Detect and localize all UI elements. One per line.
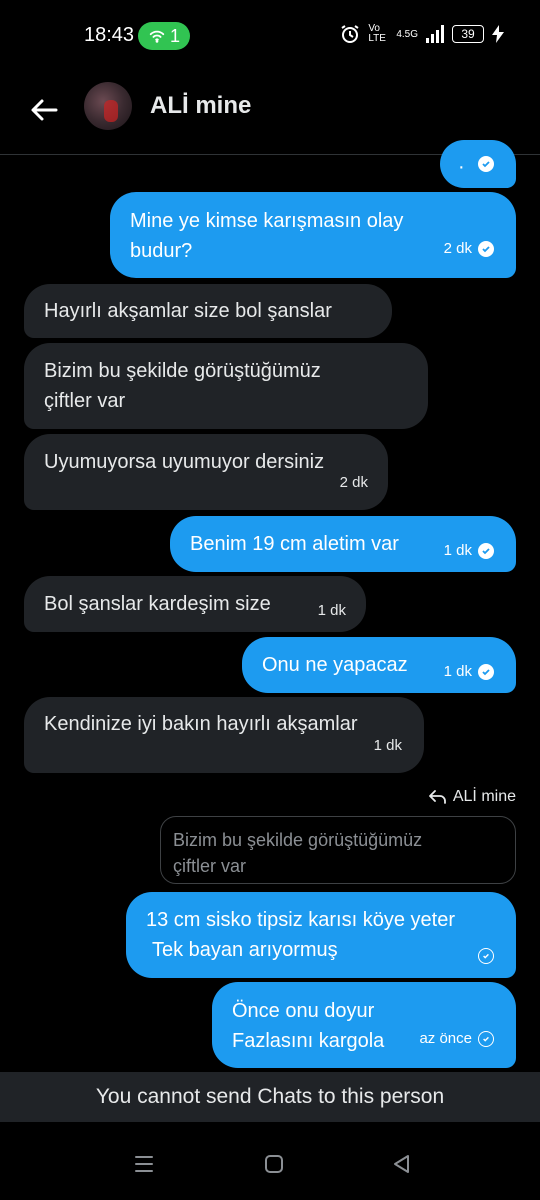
message-text: 13 cm sisko tipsiz karısı köye yeter bbox=[146, 909, 455, 931]
quote-text: Bizim bu şekilde görüştüğümüz bbox=[173, 830, 423, 850]
read-check-icon bbox=[478, 664, 494, 680]
message-bubble-in[interactable]: Bizim bu şekilde görüştüğümüz çiftler va… bbox=[24, 343, 428, 429]
back-arrow-icon bbox=[31, 99, 58, 121]
message-text: Onu ne yapacaz bbox=[262, 654, 408, 676]
message-time: 1 dk bbox=[317, 602, 346, 619]
reply-label: ALİ mine bbox=[428, 788, 516, 806]
message-bubble-in[interactable]: Bol şanslar kardeşim size 1 dk bbox=[24, 576, 366, 632]
message-bubble-in[interactable]: Hayırlı akşamlar size bol şanslar bbox=[24, 284, 392, 338]
message-bubble-out[interactable]: Mine ye kimse karışmasın olay budur? 2 d… bbox=[110, 192, 516, 278]
message-text: · bbox=[458, 156, 465, 178]
message-time: 1 dk bbox=[443, 663, 472, 680]
message-bubble-out[interactable]: Önce onu doyur Fazlasını kargola az önce bbox=[212, 982, 516, 1068]
avatar[interactable] bbox=[84, 82, 132, 130]
reply-icon bbox=[428, 790, 446, 804]
hotspot-badge: 1 bbox=[138, 22, 190, 50]
back-nav-icon bbox=[394, 1155, 409, 1173]
signal-icon bbox=[426, 25, 444, 43]
message-bubble-out[interactable]: Onu ne yapacaz 1 dk bbox=[242, 637, 516, 693]
message-text: Bizim bu şekilde görüştüğümüz bbox=[44, 360, 321, 382]
hotspot-count: 1 bbox=[169, 25, 180, 46]
message-bubble-out[interactable]: 13 cm sisko tipsiz karısı köye yeter Tek… bbox=[126, 892, 516, 978]
read-check-icon bbox=[478, 543, 494, 559]
back-button[interactable] bbox=[24, 90, 64, 130]
read-check-icon bbox=[478, 156, 494, 172]
alarm-icon bbox=[341, 25, 359, 43]
home-button[interactable] bbox=[262, 1152, 286, 1176]
status-time: 18:43 bbox=[84, 24, 135, 46]
message-text: Önce onu doyur bbox=[232, 1000, 375, 1022]
message-text: Bol şanslar kardeşim size bbox=[44, 593, 271, 615]
message-bubble-out[interactable]: Benim 19 cm aletim var 1 dk bbox=[170, 516, 516, 572]
battery-level: 39 bbox=[461, 27, 475, 41]
recents-icon bbox=[135, 1156, 153, 1172]
sent-check-icon bbox=[478, 1031, 494, 1047]
hotspot-icon bbox=[149, 30, 165, 43]
message-bubble-out[interactable]: · bbox=[440, 140, 516, 188]
chat-screen: 18:43 1 Vo LTE 4.5G 39 ALİ mine · Mine y… bbox=[0, 0, 540, 1200]
message-text: Hayırlı akşamlar size bol şanslar bbox=[44, 300, 332, 322]
read-check-icon bbox=[478, 241, 494, 257]
reply-to-name: ALİ mine bbox=[452, 788, 516, 805]
sent-check-icon bbox=[478, 948, 494, 964]
message-text: Uyumuyorsa uyumuyor dersiniz bbox=[44, 451, 325, 473]
message-text: Benim 19 cm aletim var bbox=[190, 533, 399, 555]
contact-name[interactable]: ALİ mine bbox=[150, 92, 251, 120]
message-text: Tek bayan arıyormuş bbox=[152, 939, 338, 961]
network-label: Vo LTE bbox=[368, 23, 386, 44]
quoted-message[interactable]: Bizim bu şekilde görüştüğümüz çiftler va… bbox=[160, 816, 516, 884]
chat-disabled-text: You cannot send Chats to this person bbox=[95, 1085, 445, 1108]
chat-disabled-notice: You cannot send Chats to this person bbox=[0, 1072, 540, 1122]
message-bubble-in[interactable]: Uyumuyorsa uyumuyor dersiniz 2 dk bbox=[24, 434, 388, 510]
quote-text: çiftler var bbox=[173, 856, 247, 876]
message-text: çiftler var bbox=[44, 390, 126, 412]
message-time: 2 dk bbox=[443, 240, 472, 257]
system-icons: Vo LTE 4.5G 39 bbox=[340, 24, 504, 44]
home-icon bbox=[265, 1155, 283, 1173]
status-bar: 18:43 1 Vo LTE 4.5G 39 bbox=[0, 0, 540, 72]
message-text: budur? bbox=[130, 240, 193, 262]
battery-icon: 39 bbox=[452, 25, 484, 43]
recents-button[interactable] bbox=[132, 1152, 156, 1176]
message-time: az önce bbox=[419, 1030, 472, 1047]
message-time: 1 dk bbox=[443, 542, 472, 559]
system-nav-bar bbox=[0, 1122, 540, 1200]
network-speed: 4.5G bbox=[396, 28, 418, 40]
message-text: Mine ye kimse karışmasın olay bbox=[130, 210, 404, 232]
message-bubble-in[interactable]: Kendinize iyi bakın hayırlı akşamlar 1 d… bbox=[24, 697, 424, 773]
message-text: Kendinize iyi bakın hayırlı akşamlar bbox=[44, 713, 358, 735]
message-time: 2 dk bbox=[339, 474, 368, 491]
message-time: 1 dk bbox=[373, 737, 402, 754]
back-nav-button[interactable] bbox=[390, 1152, 414, 1176]
charging-icon bbox=[492, 25, 504, 43]
